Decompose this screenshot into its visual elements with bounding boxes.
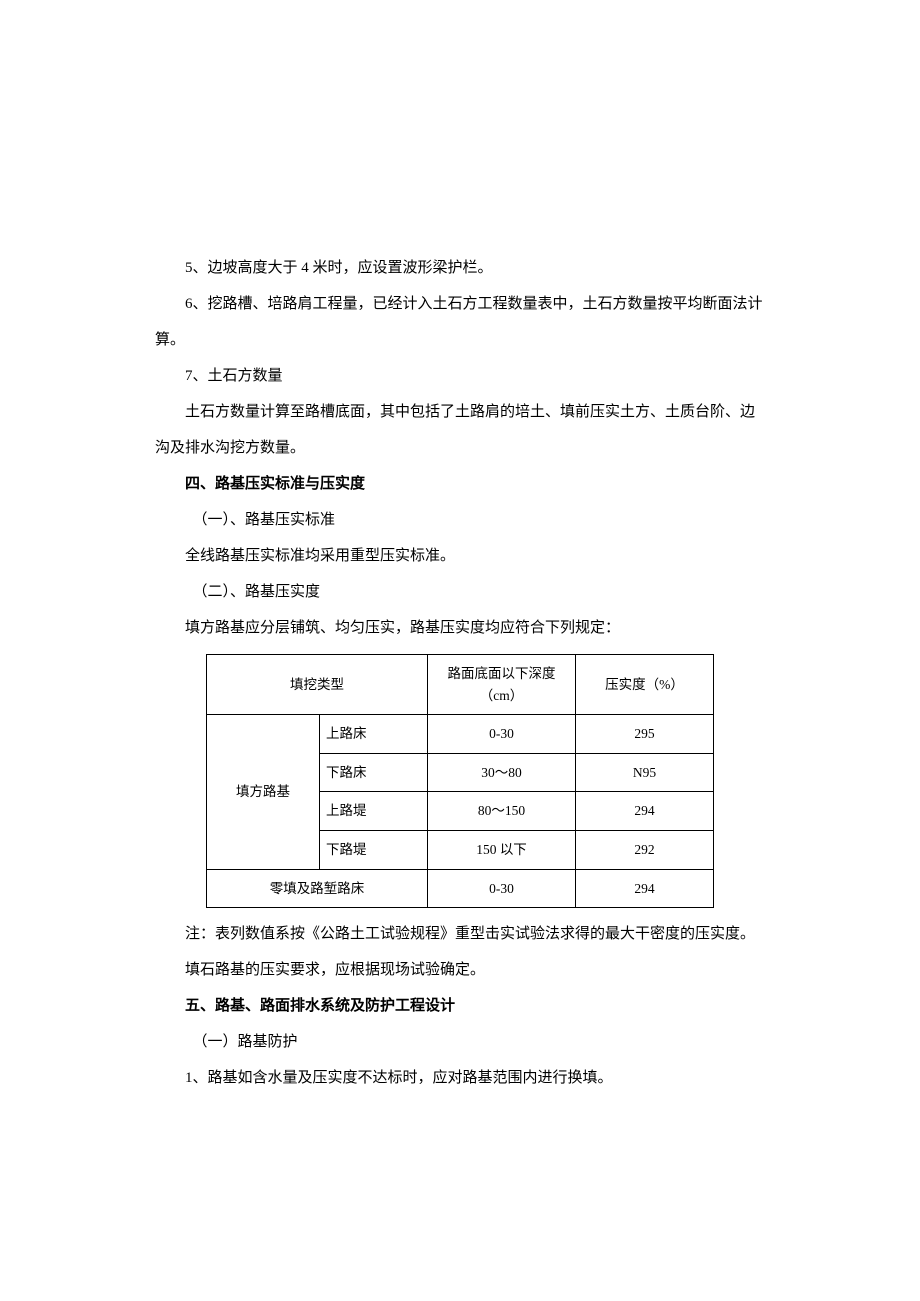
- paragraph: 填石路基的压实要求，应根据现场试验确定。: [155, 952, 765, 988]
- th-degree: 压实度（%）: [576, 655, 714, 715]
- paragraph: 6、挖路槽、培路肩工程量，已经计入土石方工程数量表中，土石方数量按平均断面法计算…: [155, 286, 765, 358]
- cell-group: 零填及路堑路床: [207, 869, 428, 908]
- section-heading: 四、路基压实标准与压实度: [155, 466, 765, 502]
- paragraph: 土石方数量计算至路槽底面，其中包括了土路肩的培土、填前压实土方、土质台阶、边沟及…: [155, 394, 765, 466]
- cell-degree: N95: [576, 753, 714, 792]
- paragraph: 1、路基如含水量及压实度不达标时，应对路基范围内进行换填。: [155, 1060, 765, 1096]
- paragraph: （二）、路基压实度: [155, 574, 765, 610]
- table-header-row: 填挖类型 路面底面以下深度（cm） 压实度（%）: [207, 655, 714, 715]
- cell-depth: 30～80: [428, 753, 576, 792]
- document-page: 5、边坡高度大于 4 米时，应设置波形梁护栏。 6、挖路槽、培路肩工程量，已经计…: [0, 0, 920, 1196]
- paragraph: 5、边坡高度大于 4 米时，应设置波形梁护栏。: [155, 250, 765, 286]
- cell-group: 填方路基: [207, 715, 320, 869]
- cell-degree: 295: [576, 715, 714, 754]
- cell-sub: 下路床: [320, 753, 428, 792]
- paragraph: （一）路基防护: [155, 1024, 765, 1060]
- cell-depth: 150 以下: [428, 830, 576, 869]
- cell-depth: 0-30: [428, 869, 576, 908]
- paragraph: 注：表列数值系按《公路土工试验规程》重型击实试验法求得的最大干密度的压实度。: [155, 916, 765, 952]
- cell-degree: 294: [576, 792, 714, 831]
- cell-sub: 上路床: [320, 715, 428, 754]
- text: （一）、路基压实标准: [200, 512, 335, 528]
- th-depth: 路面底面以下深度（cm）: [428, 655, 576, 715]
- paragraph: 7、土石方数量: [155, 358, 765, 394]
- th-type: 填挖类型: [207, 655, 428, 715]
- cell-depth: 0-30: [428, 715, 576, 754]
- paragraph: 填方路基应分层铺筑、均匀压实，路基压实度均应符合下列规定：: [155, 610, 765, 646]
- cell-degree: 292: [576, 830, 714, 869]
- cell-sub: 上路堤: [320, 792, 428, 831]
- section-heading: 五、路基、路面排水系统及防护工程设计: [155, 988, 765, 1024]
- cell-sub: 下路堤: [320, 830, 428, 869]
- table-row: 零填及路堑路床 0-30 294: [207, 869, 714, 908]
- cell-degree: 294: [576, 869, 714, 908]
- paragraph: （一）、路基压实标准: [155, 502, 765, 538]
- compaction-table: 填挖类型 路面底面以下深度（cm） 压实度（%） 填方路基 上路床 0-30 2…: [206, 654, 714, 908]
- cell-depth: 80～150: [428, 792, 576, 831]
- text: （二）、路基压实度: [200, 584, 320, 600]
- text: （一）路基防护: [200, 1034, 298, 1050]
- table-row: 填方路基 上路床 0-30 295: [207, 715, 714, 754]
- paragraph: 全线路基压实标准均采用重型压实标准。: [155, 538, 765, 574]
